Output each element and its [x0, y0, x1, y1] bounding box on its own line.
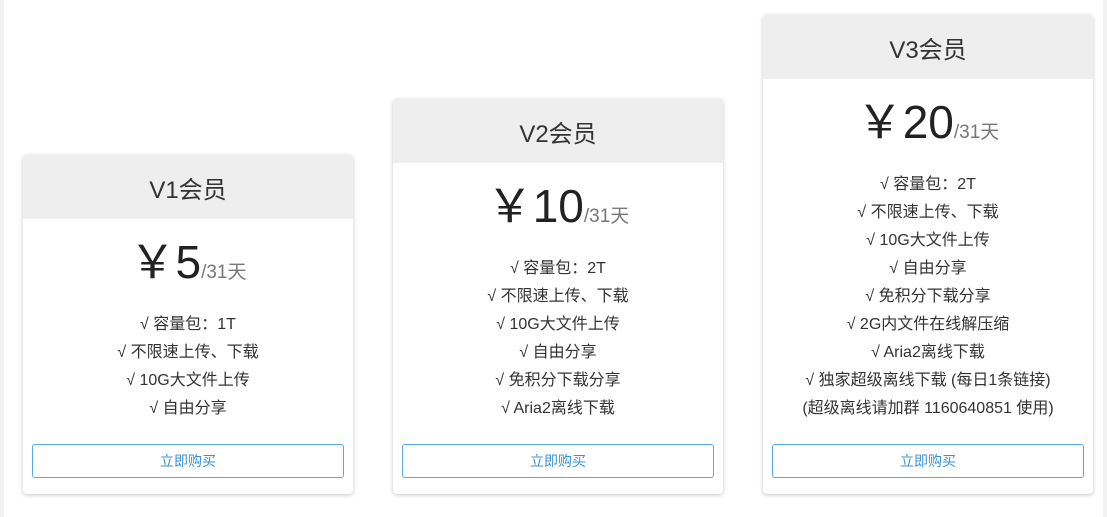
plan-title: V2会员 [393, 99, 723, 163]
price-period: /31天 [953, 122, 1000, 143]
plan-price: ￥5/31天 [23, 233, 353, 303]
price-amount: ￥20 [856, 96, 954, 148]
feature-item: √ 不限速上传、下载 [117, 344, 259, 361]
plan-card-v1: V1会员 ￥5/31天 √ 容量包：1T √ 不限速上传、下载 √ 10G大文件… [23, 155, 353, 494]
plan-price: ￥10/31天 [393, 177, 723, 247]
feature-item: √ 不限速上传、下载 [487, 288, 629, 305]
plan-card-v3: V3会员 ￥20/31天 √ 容量包：2T √ 不限速上传、下载 √ 10G大文… [763, 15, 1093, 494]
feature-item: √ 容量包：2T [510, 260, 606, 277]
feature-list: √ 容量包：2T √ 不限速上传、下载 √ 10G大文件上传 √ 自由分享 √ … [393, 255, 723, 423]
buy-now-button-v2[interactable]: 立即购买 [402, 444, 714, 478]
feature-item: √ 2G内文件在线解压缩 [846, 316, 1010, 333]
plan-title: V1会员 [23, 155, 353, 219]
feature-item: √ 10G大文件上传 [496, 316, 620, 333]
plan-card-v2: V2会员 ￥10/31天 √ 容量包：2T √ 不限速上传、下载 √ 10G大文… [393, 99, 723, 494]
price-period: /31天 [201, 262, 247, 283]
feature-item: √ 独家超级离线下载 (每日1条链接) [805, 372, 1051, 389]
plan-price: ￥20/31天 [763, 93, 1093, 163]
plan-title: V3会员 [763, 15, 1093, 79]
feature-item: √ 10G大文件上传 [866, 232, 990, 249]
price-amount: ￥5 [129, 236, 202, 288]
pricing-panel: V1会员 ￥5/31天 √ 容量包：1T √ 不限速上传、下载 √ 10G大文件… [4, 0, 1103, 517]
buy-now-button-v1[interactable]: 立即购买 [32, 444, 344, 478]
feature-list: √ 容量包：2T √ 不限速上传、下载 √ 10G大文件上传 √ 自由分享 √ … [763, 171, 1093, 423]
feature-item: √ 容量包：1T [140, 316, 236, 333]
feature-item: √ 不限速上传、下载 [857, 204, 999, 221]
feature-item: √ 自由分享 [519, 344, 597, 361]
feature-item: √ Aria2离线下载 [501, 400, 615, 417]
feature-item: √ 自由分享 [149, 400, 227, 417]
price-period: /31天 [583, 206, 630, 227]
price-amount: ￥10 [486, 180, 584, 232]
feature-item: √ 免积分下载分享 [495, 372, 621, 389]
feature-item: √ 10G大文件上传 [126, 372, 250, 389]
feature-item: √ Aria2离线下载 [871, 344, 985, 361]
feature-item: √ 容量包：2T [880, 176, 976, 193]
feature-list: √ 容量包：1T √ 不限速上传、下载 √ 10G大文件上传 √ 自由分享 [23, 311, 353, 423]
feature-item: √ 免积分下载分享 [865, 288, 991, 305]
feature-note: (超级离线请加群 1160640851 使用) [802, 400, 1054, 417]
buy-now-button-v3[interactable]: 立即购买 [772, 444, 1084, 478]
feature-item: √ 自由分享 [889, 260, 967, 277]
